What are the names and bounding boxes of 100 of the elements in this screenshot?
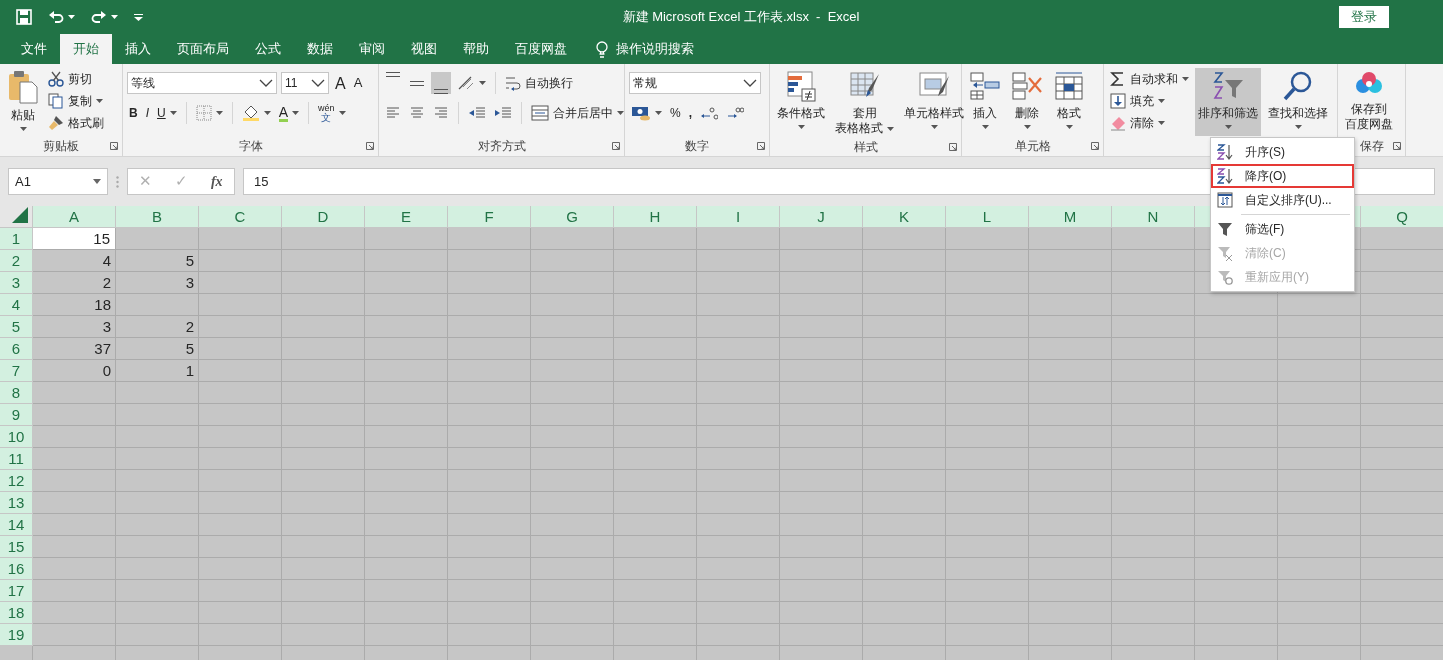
column-header[interactable]: H [614,206,697,228]
name-box[interactable]: A1 [8,168,108,195]
column-header[interactable]: Q [1361,206,1443,228]
cell-styles-button[interactable]: 单元格样式 [901,68,967,138]
dialog-launcher-icon[interactable] [757,142,765,150]
format-cells-button[interactable]: 格式 [1050,68,1088,136]
save-icon[interactable] [16,9,32,25]
undo-icon[interactable] [48,10,64,24]
dialog-launcher-icon[interactable] [1393,142,1401,150]
underline-button[interactable]: U [155,102,179,124]
column-header[interactable]: A [33,206,116,228]
caret-icon [338,111,346,115]
align-button[interactable] [431,72,451,94]
row-header[interactable]: 1 [0,228,33,250]
font-name-dropdown[interactable]: 等线 [127,72,277,94]
row-header[interactable]: 4 [0,294,33,316]
grow-font-button[interactable]: A [333,72,348,94]
ribbon-tab[interactable]: 数据 [294,34,346,64]
column-header[interactable]: M [1029,206,1112,228]
row-header[interactable]: 18 [0,602,33,624]
column-header[interactable]: C [199,206,282,228]
row-header[interactable]: 3 [0,272,33,294]
insert-function-button[interactable]: fx [202,171,231,192]
column-header[interactable]: D [282,206,365,228]
row-header[interactable]: 10 [0,426,33,448]
row-header[interactable]: 14 [0,514,33,536]
cut-button[interactable]: 剪切 [46,68,106,90]
row-header[interactable]: 19 [0,624,33,646]
clear-button[interactable]: 清除 [1108,112,1191,134]
font-size-dropdown[interactable]: 11 [281,72,329,94]
ribbon-tab[interactable]: 文件 [8,34,60,64]
row-header[interactable]: 5 [0,316,33,338]
ribbon-tab[interactable]: 页面布局 [164,34,242,64]
ribbon-tab[interactable]: 插入 [112,34,164,64]
row-header[interactable]: 13 [0,492,33,514]
comma-button[interactable]: , [686,102,694,124]
customize-icon[interactable] [134,13,143,21]
ribbon-tab[interactable]: 审阅 [346,34,398,64]
italic-button[interactable]: I [143,102,151,124]
insert-button[interactable]: 插入 [966,68,1004,136]
autosum-button[interactable]: 自动求和 [1108,68,1191,90]
find-select-button[interactable]: 查找和选择 [1265,68,1331,136]
ribbon-tab[interactable]: 公式 [242,34,294,64]
borders-button[interactable] [193,102,225,124]
column-header[interactable]: B [116,206,199,228]
menu-item[interactable]: 筛选(F) [1211,217,1354,241]
dialog-launcher-icon[interactable] [949,143,957,151]
delete-button[interactable]: 删除 [1008,68,1046,136]
format-painter-button[interactable]: 格式刷 [46,112,106,134]
ribbon-tab[interactable]: 帮助 [450,34,502,64]
caret-icon [930,125,938,129]
sort-filter-button[interactable]: 排序和筛选 [1195,68,1261,136]
number-format-dropdown[interactable]: 常规 [629,72,761,94]
percent-button[interactable]: % [668,102,683,124]
column-header[interactable]: N [1112,206,1195,228]
ribbon-tab[interactable]: 百度网盘 [502,34,580,64]
redo-icon[interactable] [91,10,107,24]
ribbon-tab[interactable]: 开始 [60,34,112,64]
login-button[interactable]: 登录 [1339,6,1389,28]
column-header[interactable]: J [780,206,863,228]
dialog-launcher-icon[interactable] [1091,142,1099,150]
bold-button[interactable]: B [127,102,140,124]
conditional-format-button[interactable]: 条件格式 [774,68,828,138]
row-header[interactable]: 6 [0,338,33,360]
search-hint[interactable]: 操作说明搜索 [616,39,694,59]
row-header[interactable]: 17 [0,580,33,602]
row-header[interactable]: 11 [0,448,33,470]
row-header[interactable]: 15 [0,536,33,558]
column-header[interactable]: L [946,206,1029,228]
font-color-button[interactable]: A [276,102,302,124]
merge-center-button[interactable]: 合并后居中 [529,102,626,124]
row-header[interactable]: 7 [0,360,33,382]
copy-button[interactable]: 复制 [46,90,106,112]
column-header[interactable]: G [531,206,614,228]
dialog-launcher-icon[interactable] [366,142,374,150]
select-all-button[interactable] [0,206,33,228]
dialog-launcher-icon[interactable] [110,142,118,150]
column-header[interactable]: K [863,206,946,228]
row-header[interactable]: 8 [0,382,33,404]
menu-item[interactable]: 升序(S) [1211,140,1354,164]
save-to-cloud-button[interactable]: 保存到 百度网盘 [1342,68,1396,136]
dialog-launcher-icon[interactable] [612,142,620,150]
row-header[interactable]: 16 [0,558,33,580]
phonetic-button[interactable]: wén 文 [316,102,348,124]
column-header[interactable]: I [697,206,780,228]
row-header[interactable]: 2 [0,250,33,272]
row-header[interactable]: 9 [0,404,33,426]
column-header[interactable]: E [365,206,448,228]
format-table-button[interactable]: 套用 表格格式 [832,68,897,138]
menu-item[interactable]: 降序(O) [1211,164,1354,188]
ribbon-tab[interactable]: 视图 [398,34,450,64]
group-label: 剪贴板 [43,138,79,155]
row-header[interactable]: 12 [0,470,33,492]
paste-button[interactable]: 粘贴 [4,68,42,136]
shrink-font-button[interactable]: A [351,72,365,94]
caret-icon [1158,121,1165,125]
wrap-text-button[interactable]: 自动换行 [503,72,575,94]
column-header[interactable]: F [448,206,531,228]
fill-button[interactable]: 填充 [1108,90,1191,112]
wrap-text-icon [505,75,521,91]
